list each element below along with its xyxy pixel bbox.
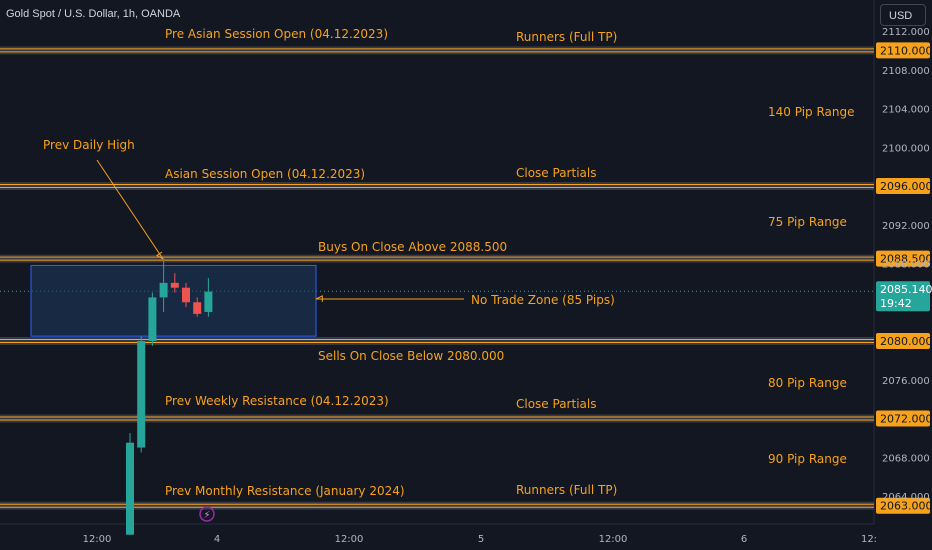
level-price-label: 2080.000 xyxy=(880,335,932,348)
price-tick-label: 2104.000 xyxy=(882,105,930,116)
level-band xyxy=(0,337,874,345)
candle-body xyxy=(148,297,157,341)
candle-body xyxy=(182,287,190,303)
price-tick-label: 2108.000 xyxy=(882,66,930,77)
annotation-prev-weekly-res: Prev Weekly Resistance (04.12.2023) xyxy=(165,394,389,408)
no-trade-zone-box xyxy=(30,264,317,337)
time-tick-label: 12: xyxy=(861,534,877,545)
annotation-close-partials-bottom: Close Partials xyxy=(516,397,596,411)
time-tick-label: 12:00 xyxy=(599,534,628,545)
price-tick-label: 2100.000 xyxy=(882,143,930,154)
level-price-label: 2072.000 xyxy=(880,413,932,426)
price-tick-label: 2064.000 xyxy=(882,492,930,503)
annotation-no-trade-zone: No Trade Zone (85 Pips) xyxy=(471,293,615,307)
price-tick-label: 2112.000 xyxy=(882,27,930,38)
annotation-asian-open: Asian Session Open (04.12.2023) xyxy=(165,167,365,181)
annotation-runners-bottom: Runners (Full TP) xyxy=(516,483,617,497)
annotation-sells-below: Sells On Close Below 2080.000 xyxy=(318,349,504,363)
annotation-close-partials-top: Close Partials xyxy=(516,166,596,180)
chart-title: Gold Spot / U.S. Dollar, 1h, OANDA xyxy=(6,8,181,20)
currency-selector-button[interactable]: USD xyxy=(880,4,926,26)
candle-body xyxy=(170,282,179,288)
level-price-label: 2110.000 xyxy=(880,44,932,57)
price-chart[interactable]: 2110.0002096.0002088.5002080.0002072.000… xyxy=(0,0,932,550)
level-band xyxy=(0,254,874,263)
level-band xyxy=(0,182,874,190)
annotation-range-75: 75 Pip Range xyxy=(768,215,847,229)
annotation-runners-top: Runners (Full TP) xyxy=(516,30,617,44)
candle-body xyxy=(137,341,146,448)
candle-body xyxy=(159,282,168,298)
time-tick-label: 12:00 xyxy=(83,534,112,545)
time-tick-label: 5 xyxy=(478,534,484,545)
countdown-label: 19:42 xyxy=(880,297,912,310)
time-tick-label: 12:00 xyxy=(335,534,364,545)
time-tick-label: 6 xyxy=(741,534,747,545)
candle-body xyxy=(193,302,202,314)
annotation-pre-asian: Pre Asian Session Open (04.12.2023) xyxy=(165,27,388,41)
lightning-glyph: ⚡ xyxy=(204,510,211,521)
annotation-buys-above: Buys On Close Above 2088.500 xyxy=(318,240,507,254)
price-tick-label: 2088.000 xyxy=(882,260,930,271)
candle-body xyxy=(126,442,134,535)
level-band xyxy=(0,46,874,55)
annotation-range-80: 80 Pip Range xyxy=(768,376,847,390)
level-price-label: 2096.000 xyxy=(880,180,932,193)
annotation-range-140: 140 Pip Range xyxy=(768,105,855,119)
price-tick-label: 2076.000 xyxy=(882,376,930,387)
candle-body xyxy=(204,291,213,312)
price-tick-label: 2092.000 xyxy=(882,221,930,232)
annotation-prev-daily-high: Prev Daily High xyxy=(43,138,135,152)
annotation-range-90: 90 Pip Range xyxy=(768,452,847,466)
level-band xyxy=(0,414,874,423)
annotation-prev-monthly-res: Prev Monthly Resistance (January 2024) xyxy=(165,484,405,498)
time-tick-label: 4 xyxy=(214,534,220,545)
current-price-label: 2085.140 xyxy=(880,283,932,296)
price-tick-label: 2068.000 xyxy=(882,453,930,464)
